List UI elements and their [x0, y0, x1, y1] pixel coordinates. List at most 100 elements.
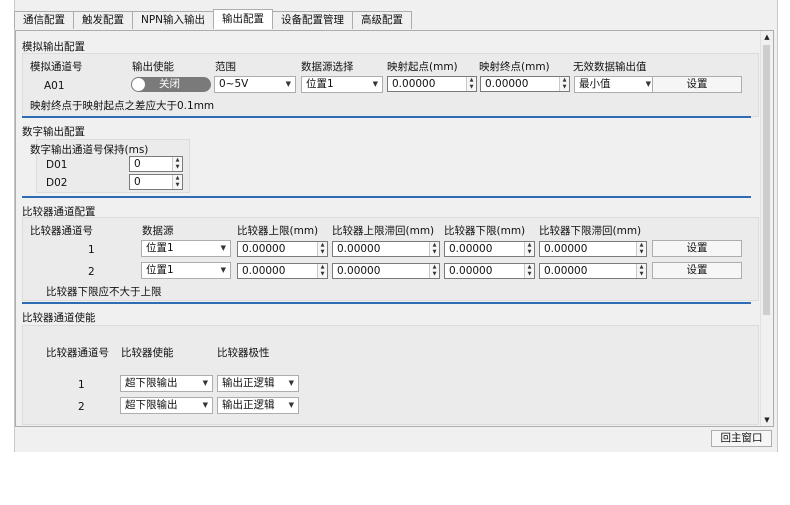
spin-buttons[interactable]: ▲ ▼ [524, 264, 534, 278]
digital-d02-input[interactable]: 0 ▲ ▼ [129, 174, 183, 190]
comparator1-source-select[interactable]: 位置1 ▼ [141, 240, 231, 257]
comparator1-set-button[interactable]: 设置 [652, 240, 742, 257]
comparator1-upper-input[interactable]: 0.00000 ▲ ▼ [237, 241, 328, 257]
tab-advanced[interactable]: 高级配置 [352, 11, 413, 29]
analog-header-invalid: 无效数据输出值 [573, 61, 647, 73]
analog-header-source: 数据源选择 [301, 61, 354, 73]
analog-header-range: 范围 [215, 61, 236, 73]
analog-note: 映射终点于映射起点之差应大于0.1mm [30, 100, 215, 112]
tab-output[interactable]: 输出配置 [213, 9, 274, 29]
tab-npn-io[interactable]: NPN输入输出 [132, 11, 215, 29]
comparator1-lower-input[interactable]: 0.00000 ▲ ▼ [444, 241, 535, 257]
digital-d02-value: 0 [134, 176, 141, 188]
comparator1-upper-h-input[interactable]: 0.00000 ▲ ▼ [332, 241, 440, 257]
vertical-scrollbar[interactable]: ▲ ▼ [760, 31, 773, 426]
spin-down-icon[interactable]: ▼ [173, 164, 182, 171]
spin-buttons[interactable]: ▲ ▼ [524, 242, 534, 256]
spin-buttons[interactable]: ▲ ▼ [317, 264, 327, 278]
back-to-main-button[interactable]: 回主窗口 [711, 430, 772, 447]
comparator2-lower-h-input[interactable]: 0.00000 ▲ ▼ [539, 263, 647, 279]
enable2-polarity-value: 输出正逻辑 [222, 399, 275, 411]
digital-d01-input[interactable]: 0 ▲ ▼ [129, 156, 183, 172]
spin-buttons[interactable]: ▲ ▼ [559, 77, 569, 91]
spin-buttons[interactable]: ▲ ▼ [172, 175, 182, 189]
analog-start-input[interactable]: 0.00000 ▲ ▼ [387, 76, 477, 92]
comparator2-upper-h-input[interactable]: 0.00000 ▲ ▼ [332, 263, 440, 279]
digital-section-title: 数字输出配置 [22, 126, 85, 138]
spin-up-icon[interactable]: ▲ [467, 77, 476, 84]
comparator-header-channel: 比较器通道号 [30, 225, 93, 237]
spin-buttons[interactable]: ▲ ▼ [317, 242, 327, 256]
comparator1-source-value: 位置1 [146, 242, 174, 254]
enable1-mode-select[interactable]: 超下限输出 ▼ [120, 375, 213, 392]
spin-down-icon[interactable]: ▼ [467, 84, 476, 91]
spin-down-icon[interactable]: ▼ [430, 249, 439, 256]
spin-up-icon[interactable]: ▲ [637, 264, 646, 271]
chevron-down-icon: ▼ [288, 401, 294, 409]
comparator1-lower-h-value: 0.00000 [544, 243, 588, 255]
analog-source-select[interactable]: 位置1 ▼ [301, 76, 383, 93]
spin-down-icon[interactable]: ▼ [560, 84, 569, 91]
spin-down-icon[interactable]: ▼ [173, 182, 182, 189]
spin-down-icon[interactable]: ▼ [525, 249, 534, 256]
analog-range-select[interactable]: 0~5V ▼ [214, 76, 296, 93]
comparator2-lower-input[interactable]: 0.00000 ▲ ▼ [444, 263, 535, 279]
spin-down-icon[interactable]: ▼ [430, 271, 439, 278]
spin-up-icon[interactable]: ▲ [525, 264, 534, 271]
spin-up-icon[interactable]: ▲ [430, 264, 439, 271]
analog-end-input[interactable]: 0.00000 ▲ ▼ [480, 76, 570, 92]
comparator1-upper-value: 0.00000 [242, 243, 286, 255]
comparator-header-lower-h: 比较器下限滞回(mm) [539, 225, 642, 237]
scroll-down-icon[interactable]: ▼ [761, 414, 773, 426]
enable2-polarity-select[interactable]: 输出正逻辑 ▼ [217, 397, 299, 414]
enable2-mode-select[interactable]: 超下限输出 ▼ [120, 397, 213, 414]
analog-set-button[interactable]: 设置 [652, 76, 742, 93]
analog-invalid-select[interactable]: 最小值 ▼ [574, 76, 656, 93]
digital-header: 数字输出通道号保持(ms) [30, 144, 149, 156]
spin-up-icon[interactable]: ▲ [318, 242, 327, 249]
spin-down-icon[interactable]: ▼ [318, 249, 327, 256]
scrollbar-thumb[interactable] [763, 45, 770, 315]
spin-up-icon[interactable]: ▲ [318, 264, 327, 271]
spin-buttons[interactable]: ▲ ▼ [429, 264, 439, 278]
tab-comm[interactable]: 通信配置 [14, 11, 74, 29]
spin-up-icon[interactable]: ▲ [637, 242, 646, 249]
spin-down-icon[interactable]: ▼ [637, 271, 646, 278]
spin-up-icon[interactable]: ▲ [525, 242, 534, 249]
comparator-channel-2: 2 [88, 266, 95, 278]
analog-header-enable: 输出使能 [132, 61, 174, 73]
spin-up-icon[interactable]: ▲ [173, 157, 182, 164]
spin-up-icon[interactable]: ▲ [430, 242, 439, 249]
enable1-mode-value: 超下限输出 [125, 377, 178, 389]
spin-down-icon[interactable]: ▼ [318, 271, 327, 278]
comparator2-source-select[interactable]: 位置1 ▼ [141, 262, 231, 279]
chevron-down-icon: ▼ [645, 80, 651, 88]
scroll-up-icon[interactable]: ▲ [761, 31, 773, 43]
tab-bar: 通信配置 触发配置 NPN输入输出 输出配置 设备配置管理 高级配置 [14, 9, 413, 30]
spin-up-icon[interactable]: ▲ [560, 77, 569, 84]
spin-down-icon[interactable]: ▼ [637, 249, 646, 256]
analog-channel-a01: A01 [44, 80, 65, 92]
spin-buttons[interactable]: ▲ ▼ [636, 242, 646, 256]
spin-up-icon[interactable]: ▲ [173, 175, 182, 182]
digital-d01-value: 0 [134, 158, 141, 170]
tab-trigger[interactable]: 触发配置 [73, 11, 133, 29]
analog-range-value: 0~5V [219, 78, 249, 90]
spin-down-icon[interactable]: ▼ [525, 271, 534, 278]
chevron-down-icon: ▼ [220, 244, 226, 252]
analog-section-title: 模拟输出配置 [22, 41, 85, 53]
comparator1-lower-h-input[interactable]: 0.00000 ▲ ▼ [539, 241, 647, 257]
comparator-header-upper-h: 比较器上限滞回(mm) [332, 225, 435, 237]
toggle-label: 关闭 [159, 78, 180, 90]
spin-buttons[interactable]: ▲ ▼ [636, 264, 646, 278]
spin-buttons[interactable]: ▲ ▼ [466, 77, 476, 91]
chevron-down-icon: ▼ [220, 266, 226, 274]
enable1-polarity-select[interactable]: 输出正逻辑 ▼ [217, 375, 299, 392]
analog-header-channel: 模拟通道号 [30, 61, 83, 73]
analog-enable-toggle[interactable]: 关闭 [131, 77, 211, 92]
comparator2-set-button[interactable]: 设置 [652, 262, 742, 279]
spin-buttons[interactable]: ▲ ▼ [172, 157, 182, 171]
comparator2-upper-input[interactable]: 0.00000 ▲ ▼ [237, 263, 328, 279]
tab-device-config[interactable]: 设备配置管理 [272, 11, 354, 29]
spin-buttons[interactable]: ▲ ▼ [429, 242, 439, 256]
